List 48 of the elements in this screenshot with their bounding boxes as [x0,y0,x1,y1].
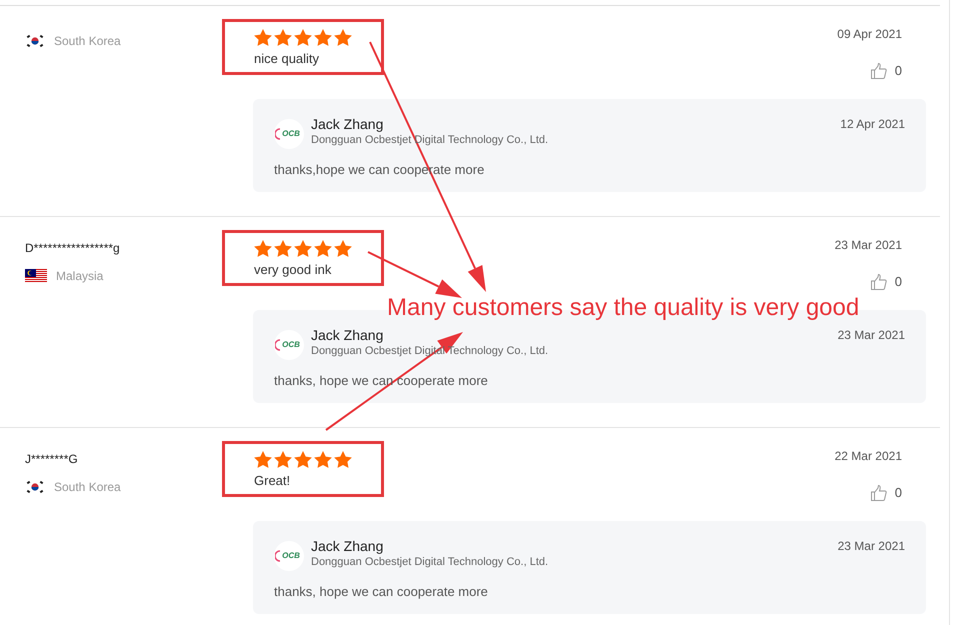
reply-text: thanks, hope we can cooperate more [274,582,489,601]
star-icon [274,240,292,257]
like-count: 0 [894,62,902,80]
flag-icon [25,34,45,48]
star-icon [314,451,332,468]
like-count: 0 [894,484,902,502]
country-name: Malaysia [56,268,104,285]
thumbs-up-icon[interactable] [870,274,887,290]
thumbs-up-icon[interactable] [870,62,887,79]
reply-date: 23 Mar 2021 [838,538,905,554]
reviewer-name: D*****************g [25,240,121,257]
reply-date: 12 Apr 2021 [840,116,905,132]
reply-author: Jack Zhang [311,536,384,554]
review-date: 09 Apr 2021 [837,26,902,43]
review-comment: Great! [254,474,292,487]
reply-author: Jack Zhang [311,326,384,344]
company-logo: OCB [274,118,304,148]
star-icon [334,451,352,468]
reviewer-name: J********G [25,451,79,468]
star-icon [274,451,292,468]
review-date: 23 Mar 2021 [834,237,902,254]
company-name: Dongguan Ocbestjet Digital Technology Co., Ltd. [311,554,548,568]
reply-author: Jack Zhang [311,114,384,132]
star-icon [294,29,312,46]
review-date: 22 Mar 2021 [834,448,902,465]
reply-date: 23 Mar 2021 [838,326,905,344]
star-icon [334,240,352,257]
star-icon [254,451,272,468]
country-name: South Korea [54,33,121,50]
star-icon [294,451,312,468]
company-logo: OCB [274,540,304,570]
star-icon [334,29,352,46]
annotation-text: Many customers say the quality is very good [387,296,860,320]
star-icon [254,240,272,257]
flag-icon [25,480,45,494]
thumbs-up-icon[interactable] [870,484,887,501]
star-icon [274,29,292,46]
company-logo: OCB [274,330,304,360]
country-name: South Korea [54,479,121,496]
like-count: 0 [894,273,902,291]
star-icon [314,240,332,257]
reply-text: thanks, hope we can cooperate more [274,372,489,390]
star-icon [294,240,312,257]
review-comment: nice quality [254,52,320,65]
star-icon [314,29,332,46]
flag-icon [25,269,47,283]
star-icon [254,29,272,46]
review-comment: very good ink [254,263,332,276]
